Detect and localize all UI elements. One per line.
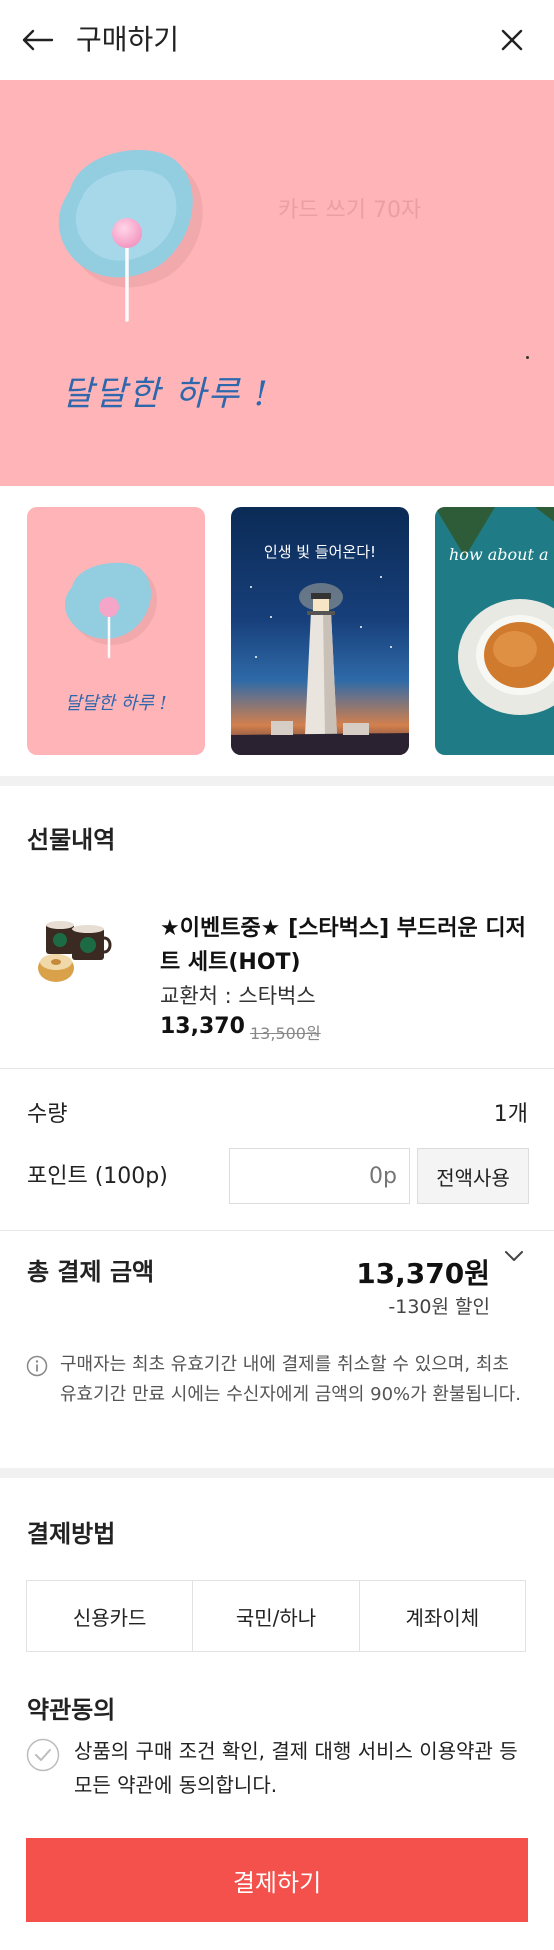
payment-option-kb-hana[interactable]: 국민/하나 — [193, 1581, 360, 1651]
points-input[interactable] — [229, 1148, 410, 1204]
quantity-label: 수량 — [27, 1102, 68, 1127]
card-thumbnail-tea[interactable]: how about a cup of — [435, 507, 554, 755]
page-title: 구매하기 — [76, 23, 180, 56]
card-greeting: 달달한 하루 ! — [62, 374, 270, 414]
terms-agree-checkbox[interactable] — [26, 1738, 60, 1772]
total-amount: 13,370원 — [356, 1257, 490, 1290]
total-expand-button[interactable] — [500, 1242, 528, 1270]
thumbnail-caption: 달달한 하루 ! — [65, 693, 167, 714]
dessert-set-illustration — [38, 921, 112, 982]
check-circle-icon — [26, 1738, 60, 1772]
quantity-value: 1개 — [493, 1102, 528, 1127]
thumbnail-caption: how about a cup of — [449, 545, 554, 564]
gift-section-title: 선물내역 — [27, 826, 116, 854]
payment-method-group: 신용카드 국민/하나 계좌이체 — [26, 1580, 526, 1652]
section-divider — [0, 776, 554, 786]
back-button[interactable] — [20, 22, 60, 58]
card-thumbnail-candy[interactable]: 달달한 하루 ! — [27, 507, 205, 755]
divider — [0, 1068, 554, 1069]
refund-notice: 구매자는 최초 유효기간 내에 결제를 취소할 수 있으며, 최초 유효기간 만… — [60, 1354, 521, 1405]
pay-button[interactable]: 결제하기 — [26, 1838, 528, 1922]
payment-option-credit-card[interactable]: 신용카드 — [27, 1581, 194, 1651]
product-price: 13,370 — [160, 1014, 245, 1039]
card-preview[interactable]: 카드 쓰기 70자 달달한 하루 ! — [0, 80, 554, 486]
card-message-hint[interactable]: 카드 쓰기 70자 — [278, 192, 421, 224]
section-divider — [0, 1468, 554, 1478]
close-button[interactable] — [496, 24, 528, 56]
product-original-price: 13,500원 — [250, 1024, 321, 1043]
product-vendor: 교환처 : 스타벅스 — [160, 984, 316, 1008]
total-label: 총 결제 금액 — [27, 1258, 155, 1286]
close-icon — [501, 29, 523, 51]
arrow-left-icon — [22, 29, 54, 51]
card-design-carousel[interactable]: 달달한 하루 ! 인생 빛 들어온다! how about a — [0, 486, 554, 776]
info-icon — [26, 1355, 48, 1377]
payment-section-title: 결제방법 — [27, 1520, 116, 1548]
plate-illustration — [64, 562, 158, 659]
terms-section-title: 약관동의 — [27, 1696, 116, 1724]
thumbnail-caption: 인생 빛 들어온다! — [263, 543, 377, 561]
discount-amount: -130원 할인 — [388, 1296, 490, 1318]
points-label: 포인트 (100p) — [27, 1164, 168, 1189]
header: 구매하기 — [0, 0, 554, 80]
payment-option-bank-transfer[interactable]: 계좌이체 — [360, 1581, 525, 1651]
dot — [526, 356, 529, 359]
card-illustration — [58, 150, 203, 322]
divider — [0, 1230, 554, 1231]
terms-agree-text[interactable]: 상품의 구매 조건 확인, 결제 대행 서비스 이용약관 등 모든 약관에 동의… — [74, 1734, 534, 1802]
use-all-points-button[interactable]: 전액사용 — [417, 1148, 529, 1204]
product-image — [34, 916, 118, 988]
chevron-down-icon — [505, 1251, 523, 1261]
card-thumbnail-lighthouse[interactable]: 인생 빛 들어온다! — [231, 507, 409, 755]
product-name: ★이벤트중★ [스타벅스] 부드러운 디저트 세트(HOT) — [160, 916, 526, 975]
